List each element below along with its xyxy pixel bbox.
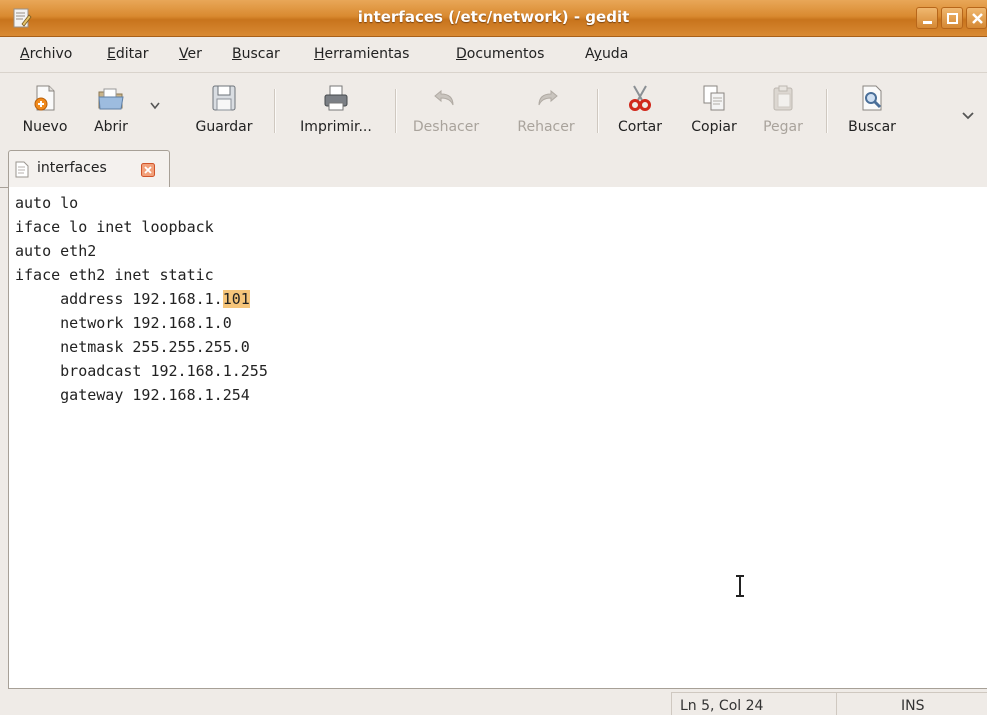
title-bar: interfaces (/etc/network) - gedit <box>0 0 987 37</box>
maximize-button[interactable] <box>941 7 963 29</box>
print-button[interactable]: Imprimir... <box>288 73 384 151</box>
find-button[interactable]: Buscar <box>839 73 905 151</box>
editor-line: iface eth2 inet static <box>15 266 214 284</box>
undo-button[interactable]: Deshacer <box>409 73 483 151</box>
print-label: Imprimir... <box>300 119 372 135</box>
menu-archivo[interactable]: Archivo <box>20 46 72 62</box>
editor-line: broadcast 192.168.1.255 <box>15 362 268 380</box>
tab-close-icon[interactable] <box>141 163 155 177</box>
save-button[interactable]: Guardar <box>186 73 262 151</box>
scissors-icon <box>629 85 651 111</box>
close-icon <box>972 13 983 24</box>
paste-button[interactable]: Pegar <box>755 73 811 151</box>
new-button[interactable]: Nuevo <box>14 73 76 151</box>
toolbar-separator <box>826 89 828 133</box>
redo-button[interactable]: Rehacer <box>508 73 584 151</box>
editor-line: auto lo <box>15 194 79 212</box>
window-title: interfaces (/etc/network) - gedit <box>357 8 630 26</box>
minimize-button[interactable] <box>916 7 938 29</box>
new-label: Nuevo <box>22 119 68 135</box>
editor-line: netmask 255.255.255.0 <box>15 338 250 356</box>
close-window-button[interactable] <box>966 7 987 29</box>
menu-ver[interactable]: Ver <box>179 46 202 62</box>
menu-buscar[interactable]: Buscar <box>232 46 280 62</box>
text-file-icon <box>15 161 29 178</box>
undo-icon <box>434 89 454 106</box>
paste-label: Pegar <box>763 119 803 135</box>
paste-icon <box>773 85 793 111</box>
copy-icon <box>703 85 725 111</box>
toolbar: Nuevo Abrir Guardar Imprimir... Deshacer… <box>0 72 987 151</box>
undo-label: Deshacer <box>412 119 480 135</box>
status-bar: Ln 5, Col 24 INS <box>0 690 987 715</box>
editor-line: network 192.168.1.0 <box>15 314 232 332</box>
editor-line: gateway 192.168.1.254 <box>15 386 250 404</box>
document-tab-bar: interfaces <box>0 150 987 188</box>
toolbar-overflow-chevron-icon[interactable] <box>961 111 975 121</box>
redo-icon <box>538 89 558 106</box>
cut-label: Cortar <box>618 119 662 135</box>
tab-label: interfaces <box>37 160 107 176</box>
menu-documentos[interactable]: Documentos <box>456 46 544 62</box>
text-cursor-icon <box>736 575 744 597</box>
maximize-icon <box>947 13 958 24</box>
menu-herramientas[interactable]: Herramientas <box>314 46 409 62</box>
tab-interfaces[interactable]: interfaces <box>8 150 170 187</box>
minimize-icon <box>923 21 932 24</box>
copy-label: Copiar <box>691 119 737 135</box>
toolbar-separator <box>395 89 397 133</box>
save-icon <box>212 85 236 111</box>
menu-editar[interactable]: Editar <box>107 46 148 62</box>
open-label: Abrir <box>94 119 128 135</box>
editor-content[interactable]: auto lo iface lo inet loopback auto eth2 if… <box>15 191 268 407</box>
editor-line-address: address 192.168.1.101 <box>15 290 250 308</box>
selected-text: 101 <box>222 290 250 308</box>
printer-icon <box>324 85 348 111</box>
save-label: Guardar <box>195 119 253 135</box>
editor-line: auto eth2 <box>15 242 97 260</box>
menu-bar: Archivo Editar Ver Buscar Herramientas D… <box>0 37 987 71</box>
insert-mode: INS <box>901 698 925 714</box>
copy-button[interactable]: Copiar <box>683 73 745 151</box>
toolbar-separator <box>274 89 276 133</box>
editor-line: iface lo inet loopback <box>15 218 214 236</box>
cut-button[interactable]: Cortar <box>610 73 670 151</box>
cursor-position-segment: Ln 5, Col 24 <box>671 692 836 715</box>
text-editor[interactable]: auto lo iface lo inet loopback auto eth2 if… <box>8 187 987 689</box>
insert-mode-segment: INS <box>836 692 987 715</box>
find-label: Buscar <box>848 119 896 135</box>
toolbar-separator <box>597 89 599 133</box>
cursor-position: Ln 5, Col 24 <box>680 698 764 714</box>
new-document-icon <box>34 85 55 111</box>
find-icon <box>862 85 882 111</box>
chevron-down-icon[interactable] <box>149 101 161 111</box>
open-folder-icon <box>98 88 124 110</box>
redo-label: Rehacer <box>517 119 575 135</box>
open-button[interactable]: Abrir <box>86 73 136 151</box>
menu-ayuda[interactable]: Ayuda <box>585 46 628 62</box>
